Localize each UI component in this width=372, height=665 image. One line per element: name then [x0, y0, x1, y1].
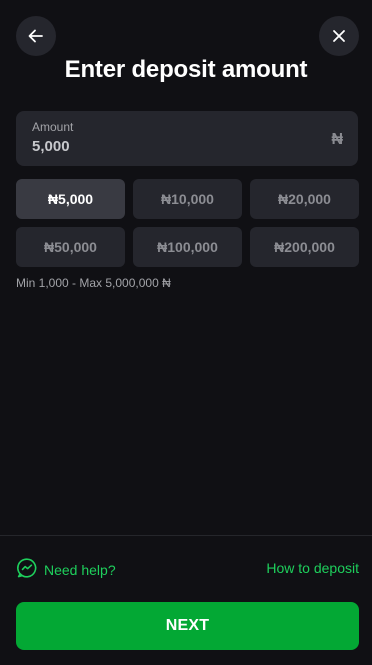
- quick-amount-options: ₦5,000 ₦10,000 ₦20,000 ₦50,000 ₦100,000 …: [16, 179, 359, 267]
- close-icon: [332, 29, 346, 43]
- quick-amount-chip[interactable]: ₦10,000: [133, 179, 242, 219]
- divider: [0, 535, 372, 536]
- amount-input[interactable]: [32, 138, 302, 155]
- close-button[interactable]: [319, 16, 359, 56]
- need-help-label: Need help?: [44, 561, 116, 578]
- amount-label: Amount: [32, 120, 74, 134]
- quick-amount-chip[interactable]: ₦50,000: [16, 227, 125, 267]
- quick-amount-chip[interactable]: ₦5,000: [16, 179, 125, 219]
- need-help-link[interactable]: Need help?: [16, 557, 116, 582]
- page-title: Enter deposit amount: [64, 56, 308, 83]
- back-button[interactable]: [16, 16, 56, 56]
- deposit-limits: Min 1,000 - Max 5,000,000 ₦: [16, 276, 171, 290]
- chat-bubble-icon: [16, 557, 38, 582]
- quick-amount-chip[interactable]: ₦100,000: [133, 227, 242, 267]
- currency-symbol: ₦: [331, 131, 343, 148]
- amount-field[interactable]: Amount ₦: [16, 111, 358, 166]
- quick-amount-chip[interactable]: ₦200,000: [250, 227, 359, 267]
- how-to-deposit-link[interactable]: How to deposit: [266, 560, 359, 576]
- quick-amount-chip[interactable]: ₦20,000: [250, 179, 359, 219]
- arrow-left-icon: [26, 26, 46, 46]
- next-button[interactable]: NEXT: [16, 602, 359, 650]
